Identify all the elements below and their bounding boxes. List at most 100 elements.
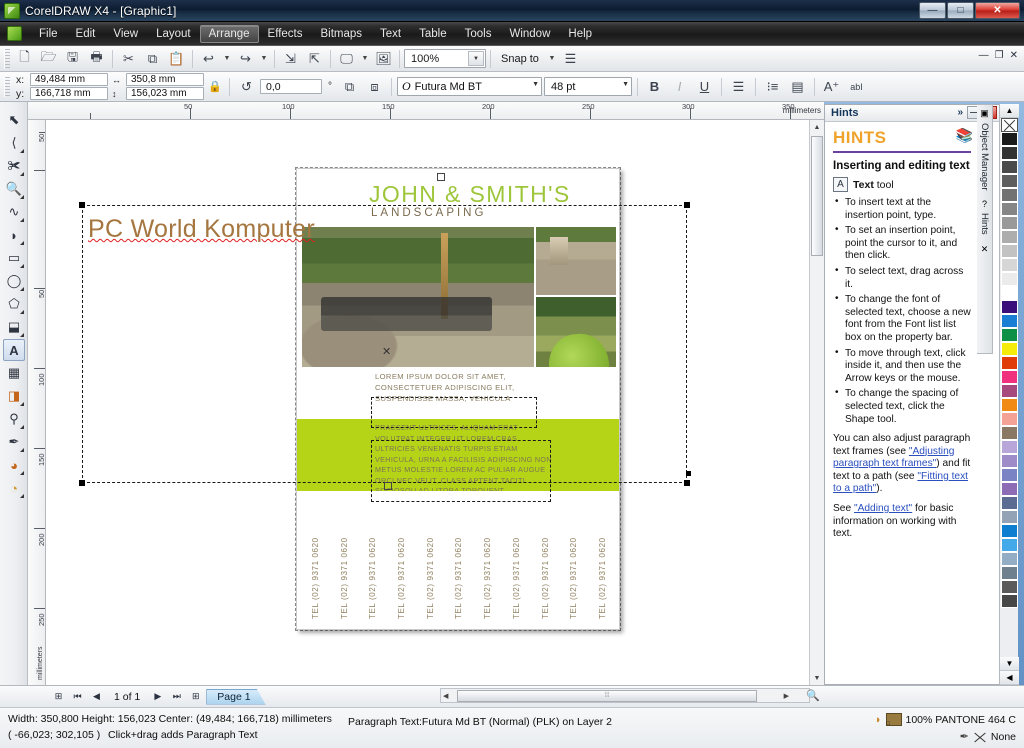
flyout-arrow-icon[interactable] — [20, 287, 24, 291]
docker-tab-icon-hints[interactable]: ? — [977, 195, 992, 209]
frame-handle-right[interactable] — [686, 471, 691, 476]
canvas-vertical-scrollbar[interactable]: ▲ ▼ — [809, 120, 824, 685]
swatch-no-color[interactable] — [1001, 118, 1018, 132]
character-formatting-icon[interactable]: A⁺ — [820, 76, 843, 98]
freehand-tool[interactable]: ∿ — [3, 201, 25, 223]
add-page-after-icon[interactable]: ⊞ — [187, 689, 204, 705]
drawing-canvas[interactable]: JOHN & SMITH'S LANDSCAPING LOREM IPSUM D… — [46, 120, 824, 685]
import-button[interactable]: ⇲ — [279, 48, 302, 70]
palette-swatch-3[interactable] — [1001, 174, 1018, 188]
flyout-arrow-icon[interactable] — [20, 402, 24, 406]
interactive-fill-tool[interactable]: ◔ — [3, 477, 25, 499]
selection-handle-br[interactable] — [684, 480, 690, 486]
redo-dropdown-icon[interactable]: ▼ — [258, 48, 270, 70]
mirror-horizontal-icon[interactable]: ⧉ — [338, 76, 361, 98]
palette-swatch-11[interactable] — [1001, 286, 1018, 300]
palette-swatch-6[interactable] — [1001, 216, 1018, 230]
scroll-down-arrow-icon[interactable]: ▼ — [810, 671, 824, 685]
export-button[interactable]: ⇱ — [303, 48, 326, 70]
palette-expand-icon[interactable]: ◀ — [1000, 671, 1019, 685]
docker-tab-object-manager[interactable]: Object Manager — [977, 119, 992, 195]
flyout-arrow-icon[interactable] — [20, 149, 24, 153]
bullet-list-icon[interactable]: ⁝≡ — [761, 76, 784, 98]
x-position-input[interactable]: 49,484 mm — [30, 73, 108, 86]
chevron-down-icon[interactable]: ▼ — [468, 51, 484, 66]
menu-arrange[interactable]: Arrange — [200, 25, 259, 43]
palette-swatch-10[interactable] — [1001, 272, 1018, 286]
flyout-arrow-icon[interactable] — [20, 494, 24, 498]
scroll-up-arrow-icon[interactable]: ▲ — [810, 120, 824, 134]
menu-tools[interactable]: Tools — [456, 25, 501, 43]
palette-swatch-31[interactable] — [1001, 566, 1018, 580]
palette-swatch-15[interactable] — [1001, 342, 1018, 356]
selection-handle-tr[interactable] — [684, 202, 690, 208]
table-tool[interactable]: ▦ — [3, 362, 25, 384]
window-maximize-button[interactable]: □ — [947, 2, 974, 19]
snap-to-dropdown-icon[interactable]: ▼ — [546, 48, 558, 70]
palette-swatch-22[interactable] — [1001, 440, 1018, 454]
width-input[interactable]: 350,8 mm — [126, 73, 204, 86]
overlay-text-object[interactable]: PC World Komputer — [88, 215, 315, 244]
font-name-combo[interactable]: O Futura Md BT ▼ — [397, 77, 542, 96]
zoom-level-combo[interactable]: 100% ▼ — [404, 49, 486, 68]
palette-swatch-29[interactable] — [1001, 538, 1018, 552]
application-launcher-dropdown-icon[interactable]: ▼ — [359, 48, 371, 70]
vertical-ruler[interactable]: 50 50 100 150 200 250 millimeters — [28, 120, 46, 685]
flyout-arrow-icon[interactable] — [20, 195, 24, 199]
text-align-icon[interactable]: ☰ — [727, 76, 750, 98]
docker-tab-hints[interactable]: Hints — [977, 209, 992, 239]
document-page[interactable]: JOHN & SMITH'S LANDSCAPING LOREM IPSUM D… — [296, 168, 620, 630]
polygon-tool[interactable]: ⬠ — [3, 293, 25, 315]
palette-swatch-30[interactable] — [1001, 552, 1018, 566]
rectangle-tool[interactable]: ▭ — [3, 247, 25, 269]
eyedropper-tool[interactable]: ⚲ — [3, 408, 25, 430]
docker-tab-close-icon[interactable]: ✕ — [977, 238, 992, 255]
selection-handle-bl[interactable] — [79, 480, 85, 486]
palette-swatch-16[interactable] — [1001, 356, 1018, 370]
window-minimize-button[interactable]: — — [919, 2, 946, 19]
status-outline-info[interactable]: ✒ None — [960, 730, 1016, 743]
selection-handle-tl[interactable] — [79, 202, 85, 208]
undo-dropdown-icon[interactable]: ▼ — [221, 48, 233, 70]
flyout-arrow-icon[interactable] — [20, 241, 24, 245]
palette-swatch-17[interactable] — [1001, 370, 1018, 384]
palette-swatch-7[interactable] — [1001, 230, 1018, 244]
menu-table[interactable]: Table — [410, 25, 456, 43]
palette-swatch-21[interactable] — [1001, 426, 1018, 440]
scroll-thumb[interactable] — [811, 136, 823, 256]
palette-swatch-24[interactable] — [1001, 468, 1018, 482]
cut-button[interactable]: ✂ — [117, 48, 140, 70]
window-close-button[interactable]: ✕ — [975, 2, 1020, 19]
horizontal-scrollbar[interactable]: ◀ ⦙⦙⦙ ▶ — [440, 688, 810, 703]
flyout-arrow-icon[interactable] — [20, 310, 24, 314]
paste-button[interactable]: 📋 — [165, 48, 188, 70]
flyout-arrow-icon[interactable] — [20, 448, 24, 452]
palette-swatch-32[interactable] — [1001, 580, 1018, 594]
smart-fill-tool[interactable]: ◗ — [3, 224, 25, 246]
zoom-status-icon[interactable]: 🔍 — [806, 689, 820, 702]
fill-color-swatch[interactable] — [886, 713, 902, 726]
palette-swatch-14[interactable] — [1001, 328, 1018, 342]
palette-swatch-25[interactable] — [1001, 482, 1018, 496]
document-icon[interactable] — [7, 26, 22, 41]
edit-text-icon[interactable]: abI — [845, 76, 868, 98]
flyout-arrow-icon[interactable] — [20, 172, 24, 176]
palette-scroll-down-icon[interactable]: ▼ — [1000, 657, 1019, 671]
last-page-button[interactable]: ⏭ — [168, 689, 185, 705]
palette-swatch-4[interactable] — [1001, 188, 1018, 202]
menu-help[interactable]: Help — [559, 25, 601, 43]
hints-link-adding-text[interactable]: "Adding text" — [854, 503, 912, 514]
application-launcher-button[interactable]: 🖵 — [335, 48, 358, 70]
height-input[interactable]: 156,023 mm — [126, 87, 204, 100]
redo-button[interactable]: ↪ — [234, 48, 257, 70]
save-document-button[interactable]: 🖫 — [61, 48, 84, 70]
hscroll-right-arrow-icon[interactable]: ▶ — [784, 692, 789, 700]
y-position-input[interactable]: 166,718 mm — [30, 87, 108, 100]
status-fill-info[interactable]: ◗ 100% PANTONE 464 C — [875, 713, 1016, 726]
palette-scroll-up-icon[interactable]: ▲ — [1000, 104, 1019, 118]
italic-button[interactable]: I — [668, 76, 691, 98]
first-page-button[interactable]: ⏮ — [69, 689, 86, 705]
flyout-arrow-icon[interactable] — [20, 425, 24, 429]
font-size-combo[interactable]: 48 pt ▼ — [544, 77, 632, 96]
snap-to-label[interactable]: Snap to — [495, 53, 545, 65]
